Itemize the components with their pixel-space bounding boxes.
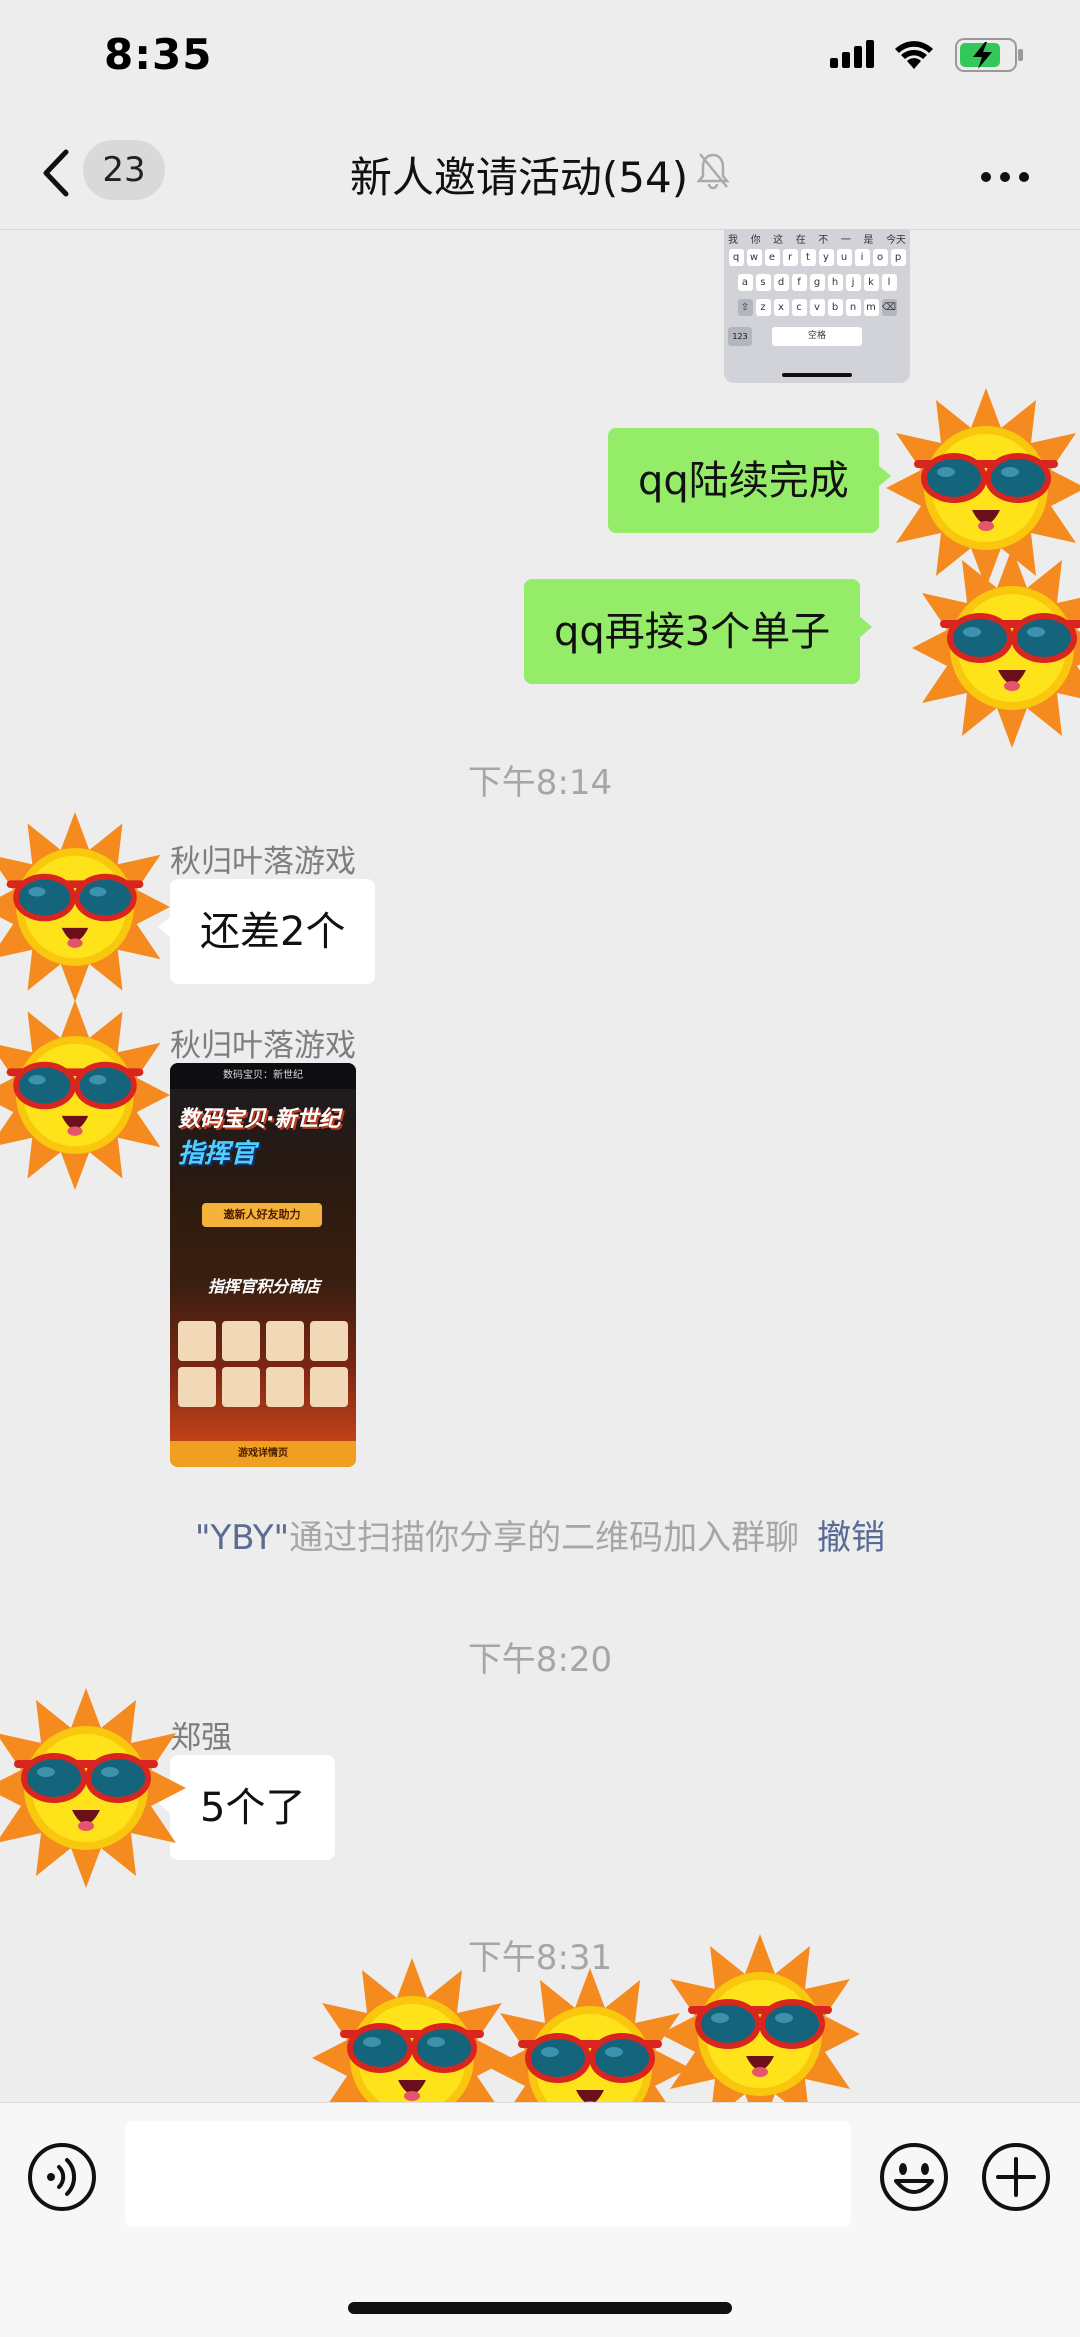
wifi-icon <box>893 38 935 74</box>
more-options-icon[interactable] <box>980 168 1030 187</box>
outgoing-message-bubble[interactable]: qq陆续完成 <box>608 428 891 533</box>
image-invite-button: 邀新人好友助力 <box>202 1203 322 1227</box>
system-message-user: "YBY" <box>194 1518 290 1558</box>
sunglasses-sun-sticker <box>0 812 170 1002</box>
keyboard-row-3: ⇧ z x c v b n m ⌫ <box>728 299 906 316</box>
undo-link[interactable]: 撤销 <box>817 1518 885 1558</box>
keyboard-num-key: 123 <box>728 327 752 346</box>
incoming-message-bubble[interactable]: 还差2个 <box>158 879 376 984</box>
image-shop-title: 指挥官积分商店 <box>208 1277 321 1296</box>
status-time: 8:35 <box>104 30 213 79</box>
sunglasses-sun-sticker <box>0 1688 186 1888</box>
sender-name: 秋归叶落游戏 <box>170 844 356 880</box>
sunglasses-sun-sticker <box>912 548 1080 748</box>
image-footer: 游戏详情页 <box>170 1441 356 1467</box>
chat-title: 新人邀请活动(54) <box>349 153 689 202</box>
add-button[interactable] <box>980 2141 1052 2217</box>
system-message-text: 通过扫描你分享的二维码加入群聊 <box>289 1518 800 1558</box>
keyboard-suggestions: 我你这在不一是今天 <box>728 235 906 246</box>
keyboard-home-indicator <box>782 373 852 377</box>
chat-title-container: 新人邀请活动(54) <box>0 144 1080 205</box>
nav-bar: 23 新人邀请活动(54) <box>0 118 1080 230</box>
emoji-button[interactable] <box>878 2141 950 2217</box>
keyboard-row-2: asdfghjkl <box>728 274 906 291</box>
game-promo-image[interactable]: 数码宝贝：新世纪 数码宝贝·新世纪 指挥官 邀新人好友助力 指挥官积分商店 游戏… <box>170 1063 356 1467</box>
message-text: 还差2个 <box>200 908 346 955</box>
battery-icon <box>955 38 1025 76</box>
image-header: 数码宝贝：新世纪 <box>170 1063 356 1089</box>
message-input[interactable] <box>125 2121 851 2227</box>
message-text: qq陆续完成 <box>638 457 849 504</box>
cellular-signal-icon <box>830 40 876 72</box>
image-banner: 数码宝贝·新世纪 指挥官 <box>178 1107 341 1169</box>
keyboard-row-1: qwertyuiop <box>728 249 906 266</box>
timestamp: 下午8:14 <box>467 763 613 803</box>
sunglasses-sun-sticker <box>0 1000 170 1190</box>
voice-icon <box>28 2143 96 2211</box>
image-shop-grid <box>178 1321 348 1407</box>
mute-bell-icon <box>696 150 730 200</box>
incoming-message-bubble[interactable]: 5个了 <box>158 1755 336 1860</box>
message-text: 5个了 <box>200 1784 306 1831</box>
outgoing-message-bubble[interactable]: qq再接3个单子 <box>524 579 873 684</box>
keyboard-space-key: 空格 <box>772 327 862 346</box>
emoji-icon <box>880 2143 948 2211</box>
sender-name: 秋归叶落游戏 <box>170 1028 356 1064</box>
message-text: qq再接3个单子 <box>554 608 831 655</box>
voice-button[interactable] <box>26 2141 98 2217</box>
keyboard-screenshot-image[interactable]: 我你这在不一是今天 qwertyuiop asdfghjkl ⇧ z x c v b n m ⌫… <box>724 229 910 383</box>
timestamp: 下午8:20 <box>467 1640 613 1680</box>
system-message: "YBY"通过扫描你分享的二维码加入群聊 撤销 <box>0 1510 1080 1559</box>
plus-icon <box>982 2143 1050 2211</box>
home-indicator[interactable] <box>348 2302 732 2314</box>
